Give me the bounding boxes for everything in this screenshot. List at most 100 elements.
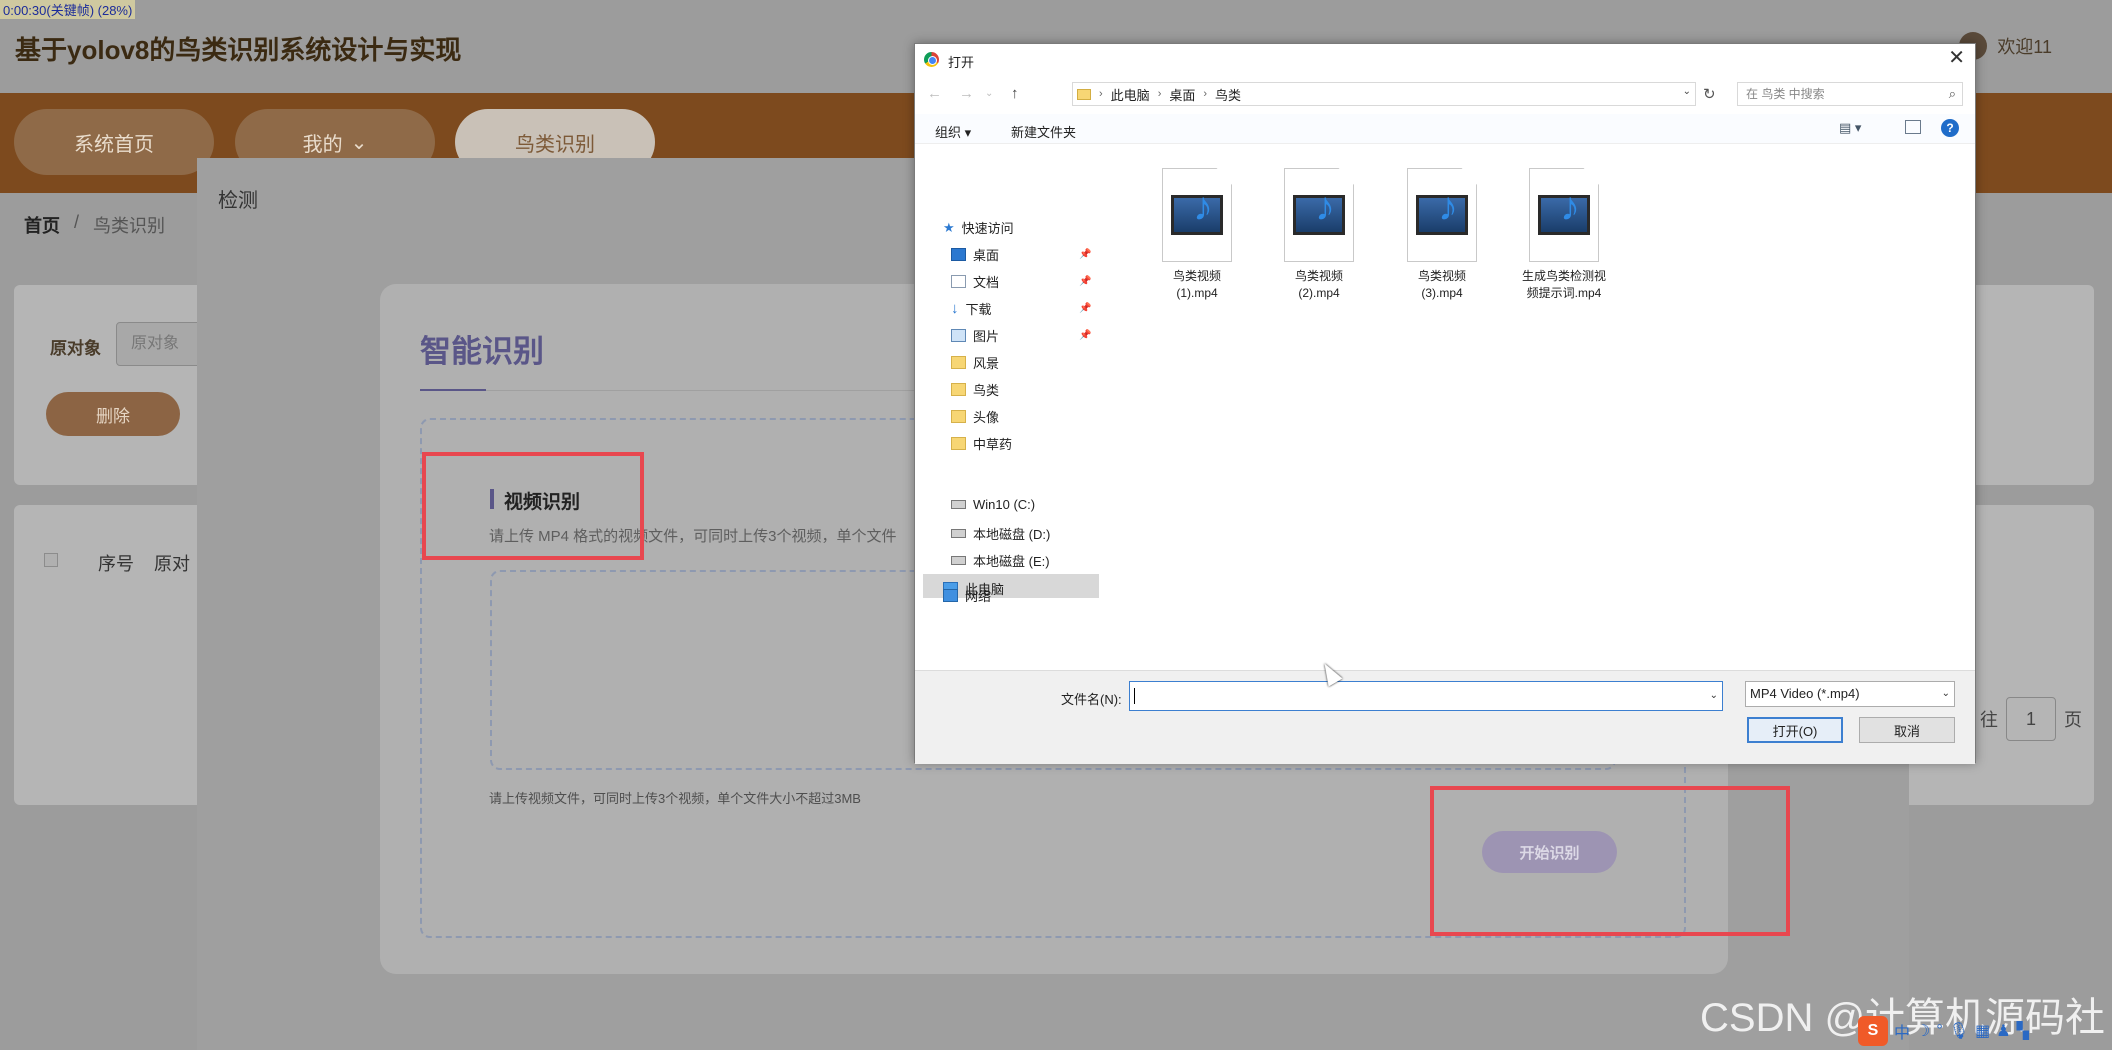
nav-folder-herbs[interactable]: 中草药 [951, 434, 1012, 453]
desktop-icon [951, 248, 966, 261]
filename-input[interactable]: ⌄ [1129, 681, 1723, 711]
nav-network[interactable]: 网络 [943, 586, 991, 605]
microphone-icon[interactable]: 🎙 [1949, 1021, 1969, 1041]
breadcrumb: 首页 / 鸟类识别 [24, 212, 165, 238]
nav-label: 本地磁盘 (E:) [973, 554, 1050, 569]
cancel-button[interactable]: 取消 [1859, 717, 1955, 743]
apps-icon[interactable]: ▚ [2017, 1021, 2029, 1041]
path-separator-icon: › [1099, 88, 1103, 100]
ime-toolbar: S 中 ☽ ° 🎙 ▦ ♟ ▚ [1858, 1016, 2108, 1046]
up-arrow-icon[interactable]: ↑ [1011, 85, 1019, 102]
organize-menu[interactable]: 组织 ▾ [935, 122, 971, 141]
nav-folder-scenery[interactable]: 风景 [951, 353, 999, 372]
open-button[interactable]: 打开(O) [1747, 717, 1843, 743]
video-file-icon [1407, 168, 1477, 262]
pager-suffix: 页 [2064, 710, 2082, 730]
search-input[interactable]: 在 鸟类 中搜索 ⌕ [1737, 82, 1963, 106]
filetype-value: MP4 Video (*.mp4) [1750, 686, 1860, 701]
pin-icon[interactable]: 📌 [1079, 330, 1091, 341]
preview-pane-icon[interactable] [1905, 120, 1921, 134]
nav-label: 快速访问 [961, 221, 1014, 236]
file-open-dialog: 打开 ✕ ← → ⌄ ↑ › 此电脑 › 桌面 › 鸟类 ⌄ ↻ 在 鸟类 中搜… [914, 43, 1976, 764]
table-header-seq: 序号 [98, 554, 134, 574]
dialog-titlebar: 打开 ✕ [915, 44, 1975, 74]
path-segment-pc[interactable]: 此电脑 [1111, 85, 1150, 104]
help-icon[interactable]: ? [1941, 119, 1959, 137]
nav-drive-e[interactable]: 本地磁盘 (E:) [951, 551, 1050, 570]
nav-bird-label: 鸟类识别 [515, 133, 595, 156]
dialog-toolbar: 组织 ▾ 新建文件夹 ▤ ▾ ? [915, 114, 1975, 144]
filename-label: 文件名(N): [1061, 692, 1122, 707]
filetype-select[interactable]: MP4 Video (*.mp4) ⌄ [1745, 681, 1955, 707]
user-icon[interactable]: ♟ [1996, 1021, 2010, 1041]
title-underline [420, 389, 486, 391]
nav-label: 桌面 [973, 248, 1000, 263]
file-name-line1: 鸟类视频 [1417, 269, 1466, 283]
nav-label: 鸟类 [973, 383, 1000, 398]
navigation-pane: ★ 快速访问 桌面 📌 文档 📌 ↓ 下载 📌 图片 📌 风景 鸟类 头像 中草药 … [915, 150, 1135, 670]
highlight-box-start-button [1430, 786, 1790, 936]
close-icon[interactable]: ✕ [1948, 48, 1965, 68]
new-folder-button[interactable]: 新建文件夹 [1011, 122, 1076, 141]
dialog-footer: 文件名(N): ⌄ MP4 Video (*.mp4) ⌄ 打开(O) 取消 [915, 670, 1975, 764]
path-segment-birds[interactable]: 鸟类 [1215, 85, 1241, 104]
keyboard-icon[interactable]: ▦ [1975, 1021, 1990, 1041]
nav-label: Win10 (C:) [973, 497, 1036, 512]
nav-folder-birds[interactable]: 鸟类 [951, 380, 999, 399]
chevron-down-icon[interactable]: ⌄ [1683, 86, 1691, 97]
forward-arrow-icon[interactable]: → [959, 85, 974, 102]
nav-quick-access[interactable]: ★ 快速访问 [943, 218, 1014, 237]
select-all-checkbox[interactable] [44, 553, 58, 567]
nav-folder-avatar[interactable]: 头像 [951, 407, 999, 426]
nav-label: 文档 [973, 275, 1000, 290]
back-arrow-icon[interactable]: ← [927, 85, 942, 102]
chevron-down-icon[interactable]: ⌄ [1710, 690, 1718, 701]
nav-label: 网络 [965, 589, 992, 604]
file-item[interactable]: 鸟类视频 (2).mp4 [1267, 168, 1371, 302]
recent-dropdown-icon[interactable]: ⌄ [985, 88, 993, 99]
file-name-line2: 频提示词.mp4 [1526, 286, 1602, 300]
video-file-icon [1162, 168, 1232, 262]
view-options-icon[interactable]: ▤ ▾ [1839, 120, 1861, 136]
path-segment-desktop[interactable]: 桌面 [1169, 85, 1195, 104]
ime-logo-icon[interactable]: S [1858, 1016, 1888, 1046]
file-name-line2: (3).mp4 [1421, 286, 1463, 300]
nav-documents[interactable]: 文档 [951, 272, 999, 291]
path-box[interactable]: › 此电脑 › 桌面 › 鸟类 ⌄ [1072, 82, 1696, 106]
drive-icon [951, 529, 966, 538]
drive-icon [951, 556, 966, 565]
delete-button[interactable]: 删除 [46, 392, 180, 436]
nav-pictures[interactable]: 图片 [951, 326, 999, 345]
moon-icon[interactable]: ☽ [1916, 1021, 1930, 1041]
pin-icon[interactable]: 📌 [1079, 303, 1091, 314]
nav-drive-c[interactable]: Win10 (C:) [951, 497, 1035, 512]
chevron-down-icon: ⌄ [350, 131, 368, 154]
nav-home[interactable]: 系统首页 [14, 109, 214, 175]
nav-label: 中草药 [973, 437, 1013, 452]
recording-label: 0:00:30(关键帧) (28%) [0, 0, 136, 19]
detect-dialog-title: 检测 [218, 190, 258, 212]
punctuation-icon[interactable]: ° [1936, 1022, 1942, 1040]
file-item[interactable]: 鸟类视频 (1).mp4 [1145, 168, 1249, 302]
nav-label: 头像 [973, 410, 1000, 425]
nav-drive-d[interactable]: 本地磁盘 (D:) [951, 524, 1050, 543]
pager-goto: 往 [1980, 710, 1998, 730]
search-icon[interactable]: ⌕ [1949, 83, 1956, 105]
pin-icon[interactable]: 📌 [1079, 276, 1091, 287]
user-greeting: 欢迎11 [1997, 37, 2052, 57]
nav-downloads[interactable]: ↓ 下载 [951, 299, 992, 318]
ime-lang-indicator[interactable]: 中 [1894, 1019, 1910, 1043]
path-separator-icon: › [1203, 88, 1208, 100]
folder-icon [951, 356, 966, 369]
file-item[interactable]: 鸟类视频 (3).mp4 [1390, 168, 1494, 302]
pin-icon[interactable]: 📌 [1079, 249, 1091, 260]
breadcrumb-home[interactable]: 首页 [24, 212, 60, 238]
highlight-box-video-label [422, 452, 644, 560]
nav-desktop[interactable]: 桌面 [951, 245, 999, 264]
search-placeholder: 在 鸟类 中搜索 [1746, 87, 1825, 101]
pager-input[interactable]: 1 [2006, 697, 2056, 741]
file-item[interactable]: 生成鸟类检测视频提示词.mp4 [1512, 168, 1616, 302]
refresh-icon[interactable]: ↻ [1703, 85, 1716, 103]
folder-icon [951, 437, 966, 450]
table-header-orig: 原对 [154, 554, 190, 574]
